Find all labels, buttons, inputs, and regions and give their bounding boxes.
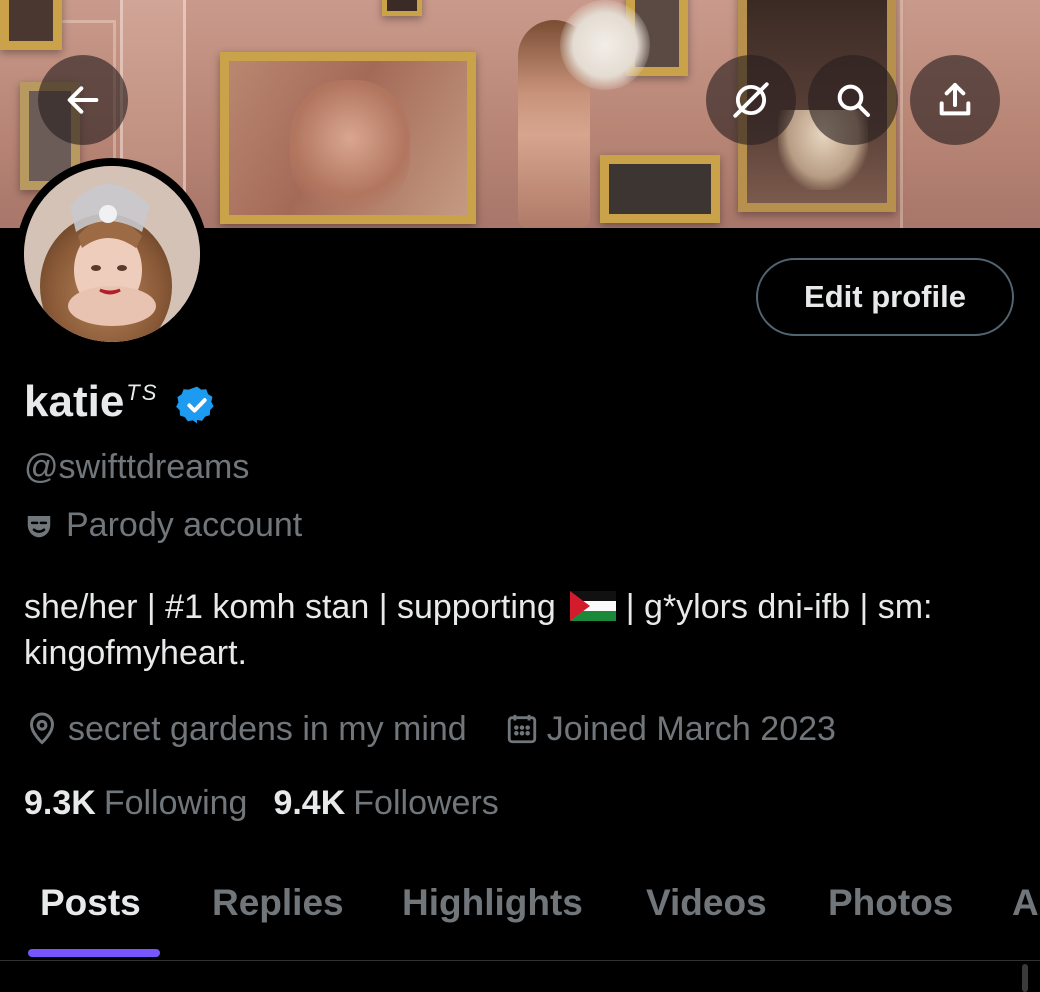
tab-videos[interactable]: Videos [646,882,767,924]
parody-label-row: Parody account [24,506,302,545]
profile-tabs: Posts Replies Highlights Videos Photos A [0,856,1040,961]
name-suffix: TS [126,380,159,405]
following-label: Following [103,783,248,822]
edit-profile-button[interactable]: Edit profile [756,258,1014,336]
portrait-face [290,80,410,210]
palestine-flag-icon [569,591,616,622]
share-button[interactable] [910,55,1000,145]
profile-name-row: katie TS [24,372,218,432]
tab-photos[interactable]: Photos [828,882,953,924]
grok-icon [733,82,769,118]
parody-label: Parody account [66,506,303,544]
calendar-icon [507,714,536,744]
search-icon [837,84,870,117]
following-link[interactable]: 9.3K Following [24,784,247,823]
search-button[interactable] [808,55,898,145]
bio-text-part1: she/her | #1 komh stan | supporting [24,588,556,626]
tab-posts[interactable]: Posts [40,882,141,924]
follow-counts-row: 9.3K Following 9.4K Followers [24,780,499,826]
banner-frame [382,0,422,16]
joined-text: Joined March 2023 [546,709,836,748]
back-button[interactable] [38,55,128,145]
banner-frame-portrait [220,52,476,224]
verified-badge-icon[interactable] [176,384,218,426]
scrollbar[interactable] [1022,964,1028,992]
followers-count: 9.4K [273,783,346,822]
profile-meta-row: secret gardens in my mind Joined March 2… [24,706,836,752]
banner-frame [600,155,720,223]
tab-articles[interactable]: A [1012,882,1039,924]
tab-highlights[interactable]: Highlights [402,882,583,924]
following-count: 9.3K [24,783,96,822]
location-pin-icon [29,712,55,745]
location-item: secret gardens in my mind [24,710,467,749]
followers-label: Followers [353,783,499,822]
share-upload-icon [939,83,971,116]
location-text: secret gardens in my mind [68,709,467,748]
banner-feathers [560,0,650,90]
parody-mask-icon [27,515,51,537]
followers-link[interactable]: 9.4K Followers [273,784,498,823]
tab-replies[interactable]: Replies [212,882,344,924]
active-tab-indicator [28,949,160,957]
grok-button[interactable] [706,55,796,145]
avatar-container[interactable] [16,158,208,350]
joined-item: Joined March 2023 [505,710,836,749]
profile-bio: she/her | #1 komh stan | supporting | g*… [24,584,1014,676]
display-name: katie [24,377,125,426]
banner-frame [0,0,62,50]
profile-handle: @swifttdreams [24,448,250,486]
avatar[interactable] [24,166,200,342]
avatar-image [24,166,200,342]
arrow-left-icon [67,86,99,114]
